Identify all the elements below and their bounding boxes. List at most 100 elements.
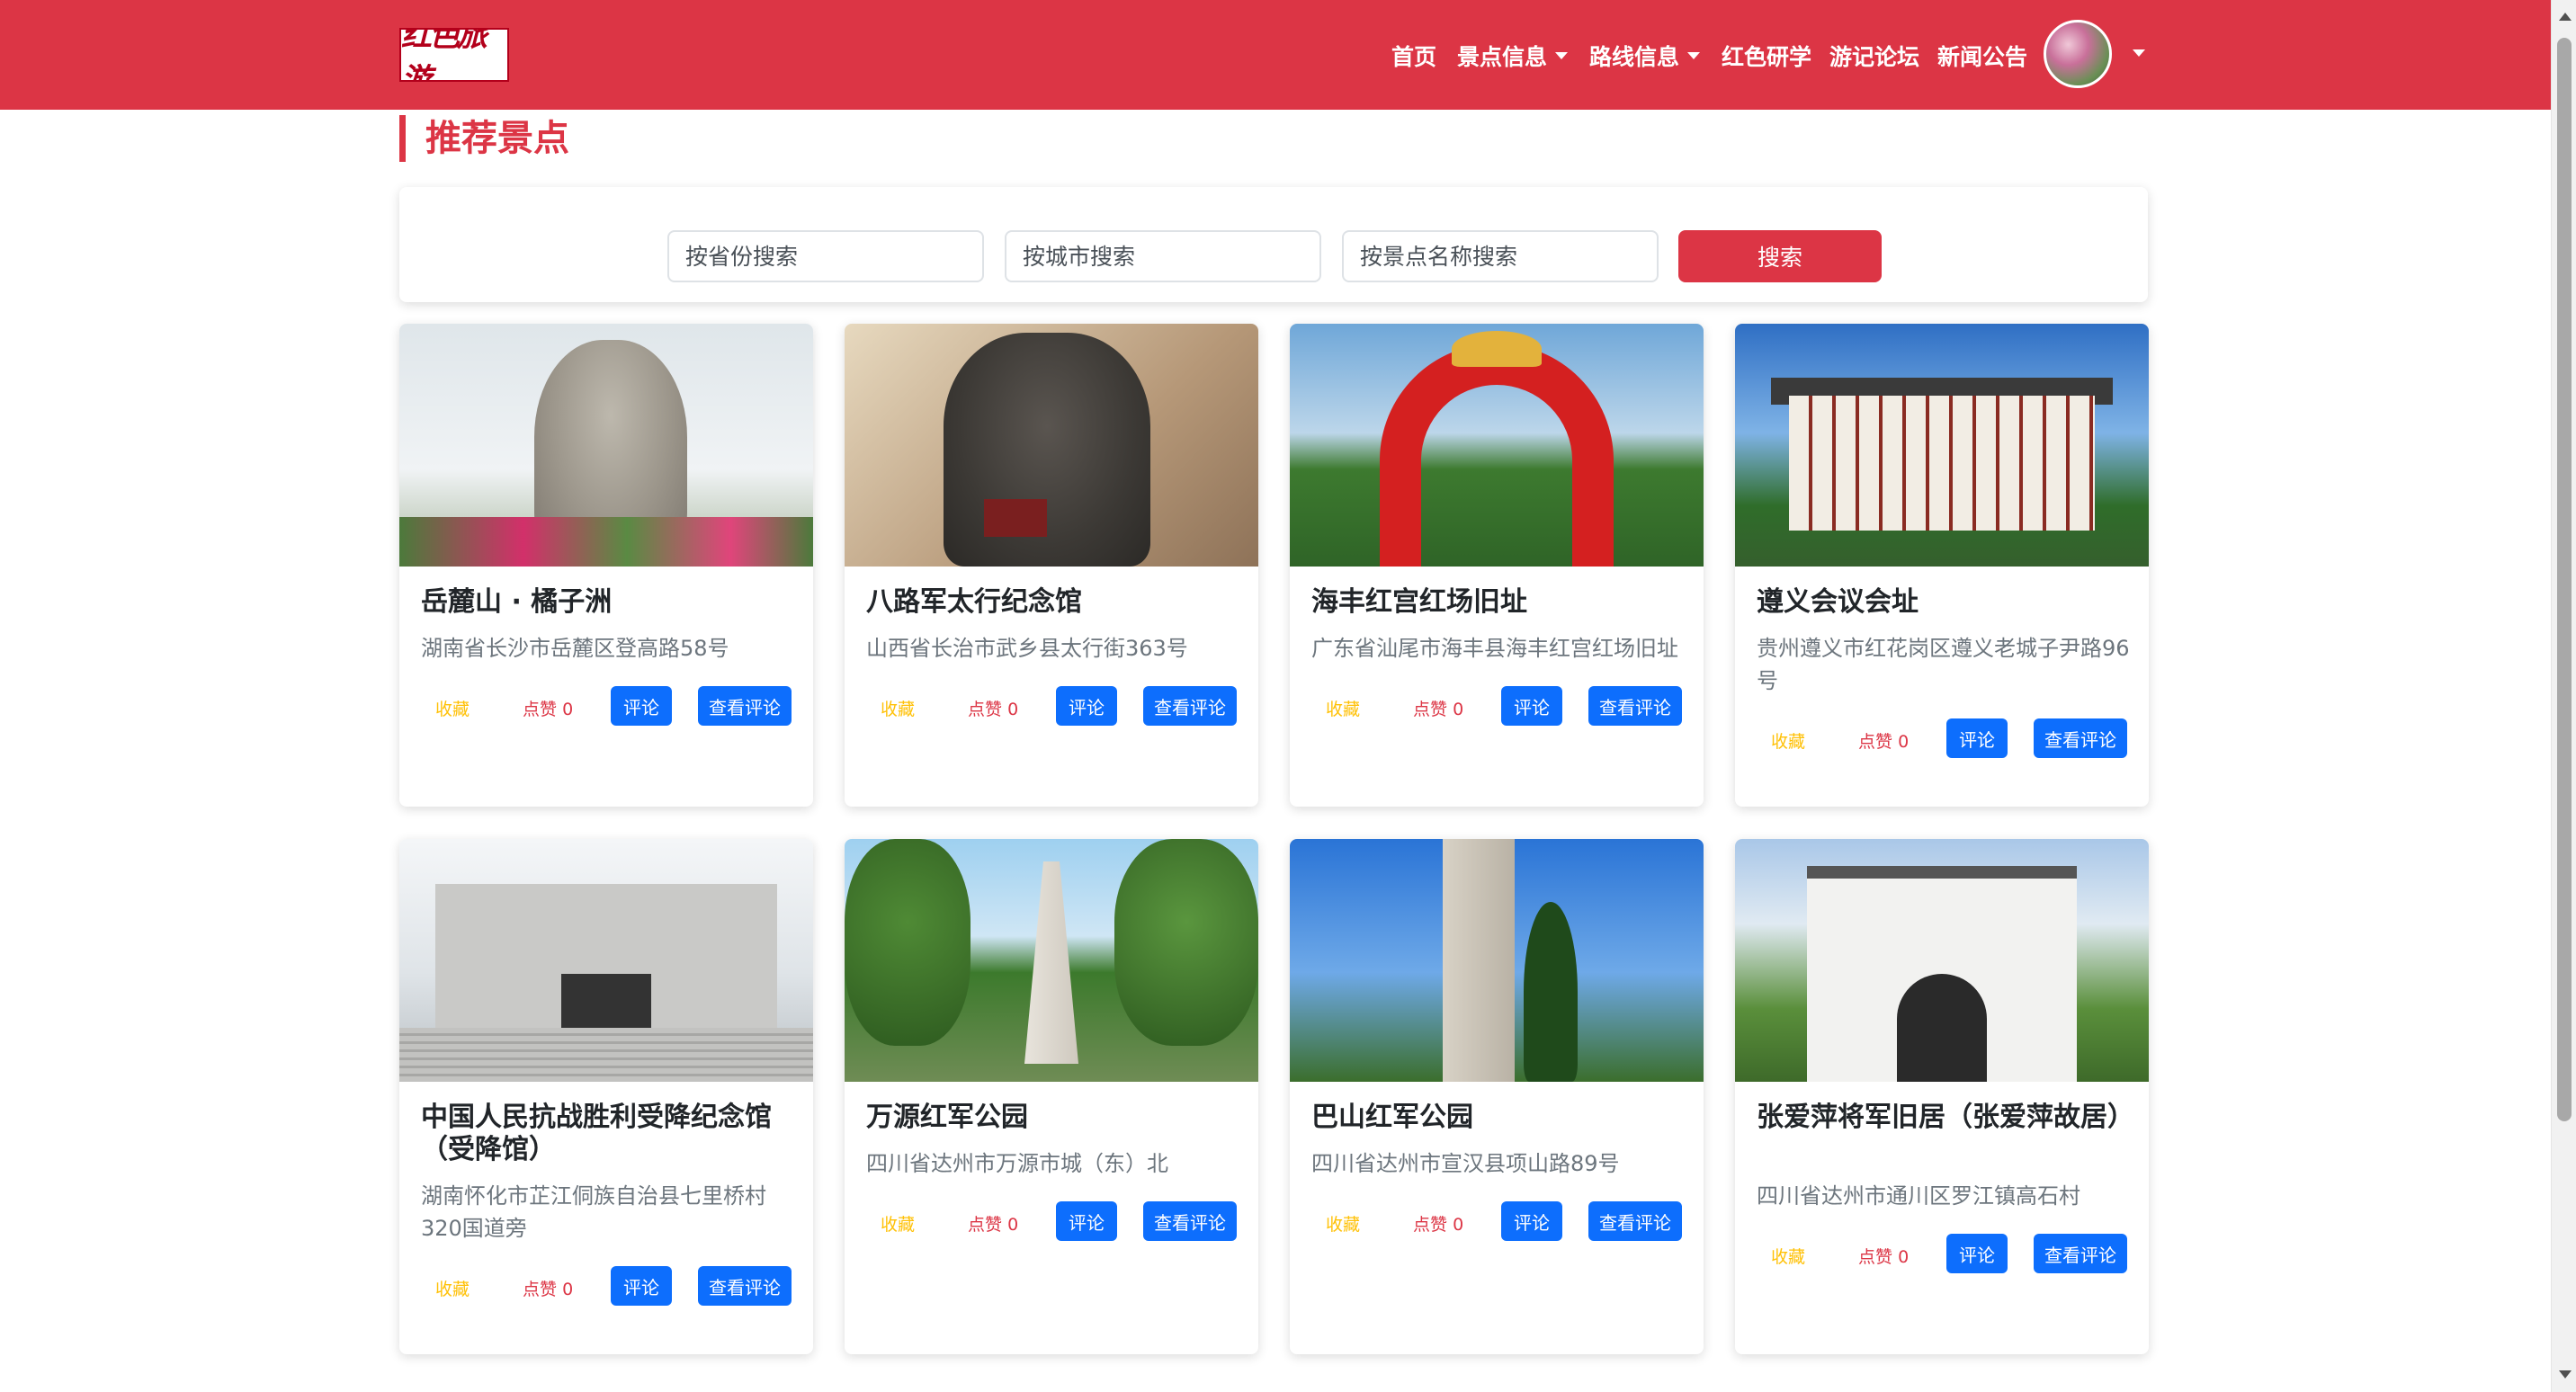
attraction-address: 湖南怀化市芷江侗族自治县七里桥村320国道旁 <box>421 1183 766 1241</box>
like-label: 点赞 <box>1413 1215 1448 1235</box>
attraction-card: 岳麓山 · 橘子洲 湖南省长沙市岳麓区登高路58号 收藏 点赞 0 评论 查看评… <box>399 324 813 807</box>
attraction-image[interactable] <box>1735 839 2149 1082</box>
like-link[interactable]: 点赞 0 <box>1413 1211 1463 1236</box>
like-link[interactable]: 点赞 0 <box>968 1211 1018 1236</box>
like-count: 0 <box>562 700 574 719</box>
top-navbar: 红色旅游 首页 景点信息 路线信息 红色研学 游记论坛 新闻公告 <box>0 0 2551 110</box>
user-avatar[interactable] <box>2044 20 2112 88</box>
attraction-card: 海丰红宫红场旧址 广东省汕尾市海丰县海丰红宫红场旧址 收藏 点赞 0 评论 查看… <box>1290 324 1704 807</box>
comment-button[interactable]: 评论 <box>1946 718 2008 758</box>
attraction-image[interactable] <box>845 324 1258 567</box>
favorite-link[interactable]: 收藏 <box>1771 1244 1805 1268</box>
comment-button[interactable]: 评论 <box>611 686 672 726</box>
view-comments-button[interactable]: 查看评论 <box>1588 1201 1682 1241</box>
page-title: 推荐景点 <box>399 115 569 162</box>
nav-attractions-dropdown[interactable]: 景点信息 <box>1457 36 1569 76</box>
page-scrollbar[interactable] <box>2551 0 2576 1392</box>
favorite-link[interactable]: 收藏 <box>881 696 915 720</box>
favorite-link[interactable]: 收藏 <box>1771 728 1805 753</box>
like-link[interactable]: 点赞 0 <box>968 696 1018 720</box>
nav-news-label: 新闻公告 <box>1937 44 2028 70</box>
attraction-name[interactable]: 巴山红军公园 <box>1311 1102 1689 1134</box>
view-comments-button[interactable]: 查看评论 <box>1588 686 1682 726</box>
favorite-link[interactable]: 收藏 <box>1326 696 1360 720</box>
attraction-image[interactable] <box>1290 839 1704 1082</box>
nav-news[interactable]: 新闻公告 <box>1937 36 2027 76</box>
comment-button[interactable]: 评论 <box>1946 1234 2008 1273</box>
attraction-address: 广东省汕尾市海丰县海丰红宫红场旧址 <box>1311 636 1678 661</box>
attraction-card: 张爱萍将军旧居（张爱萍故居） 四川省达州市通川区罗江镇高石村 收藏 点赞 0 评… <box>1735 839 2149 1354</box>
attraction-name-search-input[interactable] <box>1342 230 1659 282</box>
nav-home[interactable]: 首页 <box>1391 36 1436 76</box>
view-comments-button[interactable]: 查看评论 <box>2034 718 2127 758</box>
scroll-down-icon[interactable] <box>2559 1370 2572 1379</box>
attraction-address: 四川省达州市通川区罗江镇高石村 <box>1757 1183 2080 1209</box>
logo-text: 红色旅游 <box>401 28 487 82</box>
like-count: 0 <box>1007 1215 1019 1235</box>
nav-travel-forum[interactable]: 游记论坛 <box>1829 36 1919 76</box>
comment-button[interactable]: 评论 <box>1056 686 1117 726</box>
province-search-input[interactable] <box>667 230 984 282</box>
comment-button[interactable]: 评论 <box>1501 1201 1562 1241</box>
search-panel: 搜索 <box>399 187 2148 302</box>
favorite-link[interactable]: 收藏 <box>1326 1211 1360 1236</box>
city-search-input[interactable] <box>1005 230 1321 282</box>
attraction-image[interactable] <box>1735 324 2149 567</box>
attraction-name[interactable]: 岳麓山 · 橘子洲 <box>421 586 799 619</box>
like-link[interactable]: 点赞 0 <box>523 1276 573 1300</box>
user-menu-chevron-icon[interactable] <box>2133 49 2145 57</box>
view-comments-button[interactable]: 查看评论 <box>698 1266 792 1306</box>
attraction-card: 万源红军公园 四川省达州市万源市城（东）北 收藏 点赞 0 评论 查看评论 <box>845 839 1258 1354</box>
like-link[interactable]: 点赞 0 <box>1858 728 1909 753</box>
attraction-image[interactable] <box>399 839 813 1082</box>
like-link[interactable]: 点赞 0 <box>1413 696 1463 720</box>
attraction-name[interactable]: 张爱萍将军旧居（张爱萍故居） <box>1757 1102 2134 1134</box>
nav-routes-dropdown[interactable]: 路线信息 <box>1589 36 1701 76</box>
like-link[interactable]: 点赞 0 <box>523 696 573 720</box>
like-link[interactable]: 点赞 0 <box>1858 1244 1909 1268</box>
attraction-image[interactable] <box>399 324 813 567</box>
attraction-image[interactable] <box>1290 324 1704 567</box>
nav-routes-label: 路线信息 <box>1589 44 1680 70</box>
like-label: 点赞 <box>1413 700 1448 719</box>
nav-red-study[interactable]: 红色研学 <box>1722 36 1811 76</box>
like-count: 0 <box>1453 700 1464 719</box>
comment-button[interactable]: 评论 <box>1056 1201 1117 1241</box>
chevron-down-icon <box>1687 52 1701 59</box>
view-comments-button[interactable]: 查看评论 <box>1143 686 1237 726</box>
like-count: 0 <box>1007 700 1019 719</box>
site-logo[interactable]: 红色旅游 <box>399 28 509 82</box>
like-label: 点赞 <box>1858 732 1893 752</box>
attraction-name[interactable]: 海丰红宫红场旧址 <box>1311 586 1689 619</box>
attraction-card: 中国人民抗战胜利受降纪念馆（受降馆） 湖南怀化市芷江侗族自治县七里桥村320国道… <box>399 839 813 1354</box>
favorite-link[interactable]: 收藏 <box>881 1211 915 1236</box>
attraction-image[interactable] <box>845 839 1258 1082</box>
attraction-name[interactable]: 遵义会议会址 <box>1757 586 2134 619</box>
scroll-up-icon[interactable] <box>2559 13 2572 21</box>
comment-button[interactable]: 评论 <box>611 1266 672 1306</box>
attraction-address: 四川省达州市宣汉县项山路89号 <box>1311 1151 1620 1176</box>
comment-button[interactable]: 评论 <box>1501 686 1562 726</box>
attraction-card: 遵义会议会址 贵州遵义市红花岗区遵义老城子尹路96号 收藏 点赞 0 评论 查看… <box>1735 324 2149 807</box>
view-comments-button[interactable]: 查看评论 <box>2034 1234 2127 1273</box>
attraction-address: 山西省长治市武乡县太行街363号 <box>866 636 1188 661</box>
attraction-name[interactable]: 万源红军公园 <box>866 1102 1244 1134</box>
nav-attractions-label: 景点信息 <box>1457 44 1548 70</box>
scrollbar-thumb[interactable] <box>2557 38 2572 1121</box>
nav-red-study-label: 红色研学 <box>1722 44 1812 70</box>
attraction-name[interactable]: 八路军太行纪念馆 <box>866 586 1244 619</box>
attraction-address: 四川省达州市万源市城（东）北 <box>866 1151 1168 1176</box>
search-button[interactable]: 搜索 <box>1678 230 1882 282</box>
attraction-card: 巴山红军公园 四川省达州市宣汉县项山路89号 收藏 点赞 0 评论 查看评论 <box>1290 839 1704 1354</box>
like-label: 点赞 <box>968 1215 1003 1235</box>
view-comments-button[interactable]: 查看评论 <box>1143 1201 1237 1241</box>
attraction-name[interactable]: 中国人民抗战胜利受降纪念馆（受降馆） <box>421 1102 799 1166</box>
attraction-card: 八路军太行纪念馆 山西省长治市武乡县太行街363号 收藏 点赞 0 评论 查看评… <box>845 324 1258 807</box>
favorite-link[interactable]: 收藏 <box>435 696 470 720</box>
view-comments-button[interactable]: 查看评论 <box>698 686 792 726</box>
favorite-link[interactable]: 收藏 <box>435 1276 470 1300</box>
like-count: 0 <box>1898 1247 1910 1267</box>
like-label: 点赞 <box>968 700 1003 719</box>
like-count: 0 <box>1453 1215 1464 1235</box>
like-count: 0 <box>1898 732 1910 752</box>
